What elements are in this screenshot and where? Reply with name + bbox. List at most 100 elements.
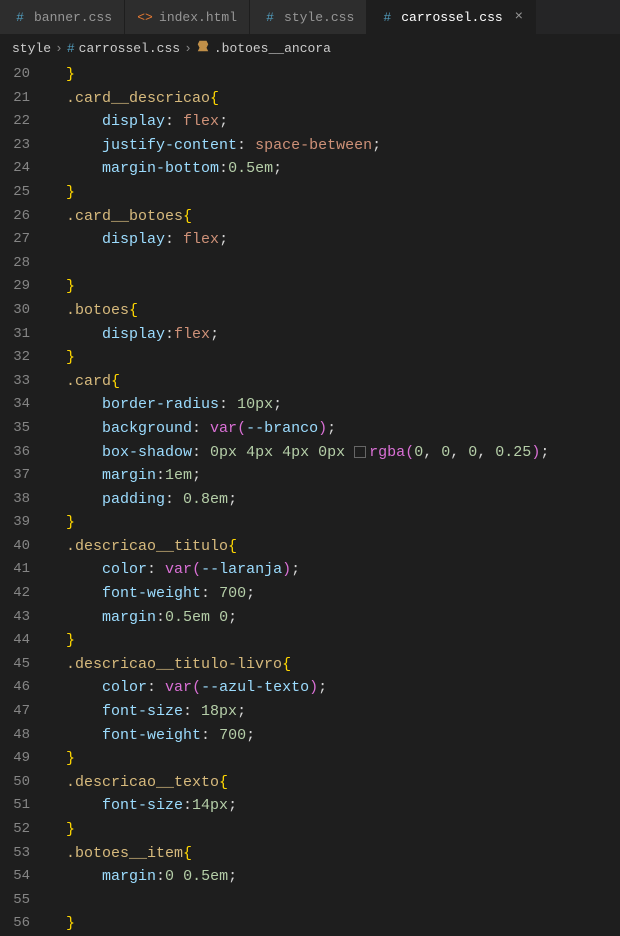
- css-file-icon: #: [262, 9, 278, 25]
- chevron-right-icon: ›: [55, 41, 63, 56]
- tab-label: index.html: [159, 10, 237, 25]
- line-number: 31: [0, 323, 48, 347]
- line-number: 34: [0, 393, 48, 417]
- breadcrumb-file-label: carrossel.css: [79, 41, 180, 56]
- code-line: }: [48, 747, 620, 771]
- code-line: box-shadow: 0px 4px 4px 0px rgba(0, 0, 0…: [48, 441, 620, 465]
- code-line: margin:0 0.5em;: [48, 865, 620, 889]
- line-number: 51: [0, 794, 48, 818]
- code-line: .descricao__titulo-livro{: [48, 653, 620, 677]
- code-line: }: [48, 346, 620, 370]
- tab-label: banner.css: [34, 10, 112, 25]
- line-number: 27: [0, 228, 48, 252]
- tab-banner-css[interactable]: # banner.css: [0, 0, 125, 34]
- line-number: 20: [0, 63, 48, 87]
- line-number: 41: [0, 558, 48, 582]
- code-line: }: [48, 629, 620, 653]
- line-number: 44: [0, 629, 48, 653]
- line-number: 45: [0, 653, 48, 677]
- line-number: 52: [0, 818, 48, 842]
- line-number: 23: [0, 134, 48, 158]
- line-number: 40: [0, 535, 48, 559]
- line-number: 46: [0, 676, 48, 700]
- code-line: }: [48, 181, 620, 205]
- code-line: }: [48, 275, 620, 299]
- line-number: 26: [0, 205, 48, 229]
- code-line: }: [48, 818, 620, 842]
- code-line: .card__botoes{: [48, 205, 620, 229]
- line-number: 30: [0, 299, 48, 323]
- html-file-icon: <>: [137, 9, 153, 25]
- line-number: 21: [0, 87, 48, 111]
- breadcrumb-file[interactable]: # carrossel.css: [67, 41, 180, 56]
- color-swatch-icon: [354, 446, 366, 458]
- code-line: .card__descricao{: [48, 87, 620, 111]
- line-number: 49: [0, 747, 48, 771]
- line-number: 38: [0, 488, 48, 512]
- tab-label: carrossel.css: [401, 10, 502, 25]
- code-line: .botoes{: [48, 299, 620, 323]
- breadcrumb-symbol[interactable]: .botoes__ancora: [196, 39, 331, 57]
- code-line: font-size: 18px;: [48, 700, 620, 724]
- code-line: display:flex;: [48, 323, 620, 347]
- code-line: }: [48, 511, 620, 535]
- code-line: .card{: [48, 370, 620, 394]
- code-line: display: flex;: [48, 228, 620, 252]
- line-number: 39: [0, 511, 48, 535]
- tab-style-css[interactable]: # style.css: [250, 0, 367, 34]
- code-line: justify-content: space-between;: [48, 134, 620, 158]
- code-line: [48, 889, 620, 913]
- code-line: font-size:14px;: [48, 794, 620, 818]
- class-icon: [196, 39, 210, 57]
- code-editor[interactable]: 2021222324252627282930313233343536373839…: [0, 61, 620, 929]
- line-number: 56: [0, 912, 48, 936]
- code-content[interactable]: } .card__descricao{ display: flex; justi…: [48, 61, 620, 929]
- code-line: margin:1em;: [48, 464, 620, 488]
- code-line: .descricao__texto{: [48, 771, 620, 795]
- code-line: }: [48, 63, 620, 87]
- tab-index-html[interactable]: <> index.html: [125, 0, 250, 34]
- code-line: font-weight: 700;: [48, 582, 620, 606]
- line-number: 50: [0, 771, 48, 795]
- line-number: 22: [0, 110, 48, 134]
- line-number: 53: [0, 842, 48, 866]
- code-line: display: flex;: [48, 110, 620, 134]
- code-line: font-weight: 700;: [48, 724, 620, 748]
- line-number: 33: [0, 370, 48, 394]
- css-file-icon: #: [12, 9, 28, 25]
- code-line: margin-bottom:0.5em;: [48, 157, 620, 181]
- line-number: 37: [0, 464, 48, 488]
- line-number: 48: [0, 724, 48, 748]
- line-number: 32: [0, 346, 48, 370]
- line-number: 54: [0, 865, 48, 889]
- chevron-right-icon: ›: [184, 41, 192, 56]
- breadcrumb-symbol-label: .botoes__ancora: [214, 41, 331, 56]
- line-number: 42: [0, 582, 48, 606]
- code-line: margin:0.5em 0;: [48, 606, 620, 630]
- line-number: 35: [0, 417, 48, 441]
- line-number: 36: [0, 441, 48, 465]
- line-number-gutter: 2021222324252627282930313233343536373839…: [0, 61, 48, 929]
- code-line: .botoes__item{: [48, 842, 620, 866]
- code-line: }: [48, 912, 620, 936]
- line-number: 55: [0, 889, 48, 913]
- code-line: border-radius: 10px;: [48, 393, 620, 417]
- breadcrumb: style › # carrossel.css › .botoes__ancor…: [0, 35, 620, 61]
- close-icon[interactable]: ×: [515, 9, 523, 25]
- code-line: padding: 0.8em;: [48, 488, 620, 512]
- line-number: 28: [0, 252, 48, 276]
- tab-bar: # banner.css <> index.html # style.css # carros…: [0, 0, 620, 35]
- tab-carrossel-css[interactable]: # carrossel.css ×: [367, 0, 536, 34]
- breadcrumb-folder[interactable]: style: [12, 41, 51, 56]
- line-number: 24: [0, 157, 48, 181]
- line-number: 43: [0, 606, 48, 630]
- code-line: background: var(--branco);: [48, 417, 620, 441]
- line-number: 47: [0, 700, 48, 724]
- css-file-icon: #: [379, 9, 395, 25]
- css-file-icon: #: [67, 41, 75, 56]
- line-number: 29: [0, 275, 48, 299]
- line-number: 25: [0, 181, 48, 205]
- tab-label: style.css: [284, 10, 354, 25]
- code-line: .descricao__titulo{: [48, 535, 620, 559]
- code-line: [48, 252, 620, 276]
